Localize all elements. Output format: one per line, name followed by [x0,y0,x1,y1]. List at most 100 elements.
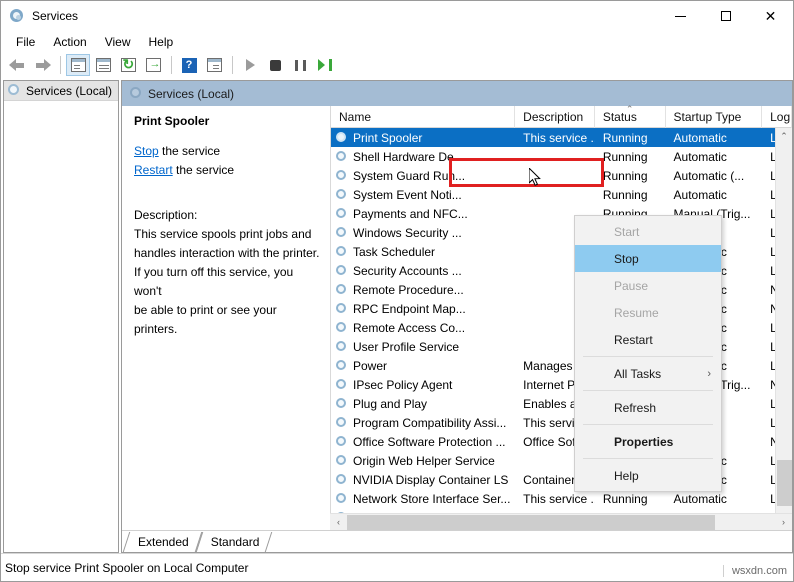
horizontal-scrollbar[interactable]: ‹ › [330,513,792,530]
service-gear-icon [335,131,349,145]
restart-service-suffix: the service [173,163,234,177]
service-name-label: Security Accounts ... [353,264,462,278]
show-action-pane-icon[interactable] [202,54,226,76]
vertical-scroll-thumb[interactable] [777,460,792,506]
properties-icon[interactable] [91,54,115,76]
table-row[interactable]: Origin Web Helper ServiceRunningAutomati… [331,451,792,470]
maximize-button[interactable] [703,1,748,31]
back-arrow-icon[interactable] [5,54,29,76]
toolbar-separator [60,56,61,74]
refresh-icon[interactable] [116,54,140,76]
services-list: Name Description ⌃ Status Startup Type L… [330,106,792,530]
table-row[interactable]: Office Software Protection ...Office Sof… [331,432,792,451]
context-menu-item-all-tasks[interactable]: All Tasks › [575,360,721,387]
table-row[interactable]: NVIDIA Display Container LSContainer s..… [331,470,792,489]
column-header-description[interactable]: Description [515,106,595,128]
context-menu-item-label: Start [614,225,639,239]
scroll-right-icon[interactable]: › [775,517,792,527]
table-row[interactable]: Remote Procedure...RunningAutomaticNetv [331,280,792,299]
context-menu-item-label: Refresh [614,401,656,415]
chevron-right-icon: › [707,368,711,380]
service-name-label: IPsec Policy Agent [353,378,452,392]
horizontal-scroll-thumb[interactable] [347,515,715,530]
table-row[interactable]: Print SpoolerThis service ...RunningAuto… [331,128,792,147]
context-menu-item-label: Resume [614,306,659,320]
service-name-label: Office Software Protection ... [353,435,506,449]
services-gear-icon [9,8,25,24]
table-row[interactable]: Task SchedulerRunningAutomaticLoca [331,242,792,261]
table-row[interactable]: Program Compatibility Assi...This servic… [331,413,792,432]
cell-name: Remote Procedure... [331,283,515,297]
menu-help[interactable]: Help [140,33,183,51]
service-context-menu: StartStopPauseResumeRestartAll Tasks›Ref… [574,215,722,492]
table-row[interactable]: Plug and PlayEnables a c...RunningManual… [331,394,792,413]
help-icon[interactable]: ? [177,54,201,76]
cell-description: This service ... [515,131,595,145]
context-menu-item-label: Stop [614,252,639,266]
close-button[interactable]: ✕ [748,1,793,31]
table-row[interactable]: Network Store Interface Ser...This servi… [331,489,792,508]
cell-status: Running [595,131,666,145]
toolbar: ? [1,52,793,78]
service-name-label: RPC Endpoint Map... [353,302,466,316]
forward-arrow-icon[interactable] [30,54,54,76]
cell-name: Power [331,359,515,373]
table-row[interactable]: System Event Noti...RunningAutomaticLoca [331,185,792,204]
table-row[interactable]: RPC Endpoint Map...RunningAutomaticNetv [331,299,792,318]
table-row[interactable]: Security Accounts ...RunningAutomaticLoc… [331,261,792,280]
service-name-label: Power [353,359,387,373]
status-bar-text: Stop service Print Spooler on Local Comp… [5,561,248,575]
tab-standard-label: Standard [211,535,260,549]
start-service-icon[interactable] [238,54,262,76]
menu-bar: File Action View Help [1,31,793,52]
menu-action[interactable]: Action [44,33,95,51]
context-menu-item-stop[interactable]: Stop [575,245,721,272]
table-row[interactable]: Remote Access Co...RunningAutomaticLoca [331,318,792,337]
service-name-label: Print Spooler [353,131,422,145]
tree-root-item[interactable]: Services (Local) [4,81,118,101]
service-gear-icon [335,397,349,411]
context-menu-item-label: All Tasks [614,367,661,381]
context-menu-item-label: Help [614,469,639,483]
export-list-icon[interactable] [141,54,165,76]
table-row[interactable]: User Profile ServiceRunningAutomaticLoca [331,337,792,356]
restart-service-link[interactable]: Restart [134,163,173,177]
restart-service-icon[interactable] [313,54,337,76]
cell-status: Running [595,150,666,164]
service-gear-icon [335,283,349,297]
context-menu-item-properties[interactable]: Properties [575,428,721,455]
tab-standard[interactable]: Standard [199,532,270,552]
console-tree-pane: Services (Local) [3,80,119,553]
stop-service-link[interactable]: Stop [134,144,159,158]
context-menu-item-help[interactable]: Help [575,462,721,489]
table-row[interactable]: IPsec Policy AgentInternet Pro...Running… [331,375,792,394]
show-hide-console-tree-icon[interactable] [66,54,90,76]
column-header-status[interactable]: ⌃ Status [595,106,666,128]
table-row[interactable]: Windows Security ...RunningManualLoca [331,223,792,242]
context-menu-item-restart[interactable]: Restart [575,326,721,353]
cell-name: Shell Hardware De... [331,150,515,164]
column-header-startup-type[interactable]: Startup Type [666,106,763,128]
column-header-name[interactable]: Name [331,106,515,128]
pause-service-icon[interactable] [288,54,312,76]
table-row[interactable]: System Guard Run...RunningAutomatic (...… [331,166,792,185]
table-row[interactable]: PowerManages pu...RunningAutomaticLoca [331,356,792,375]
context-menu-item-refresh[interactable]: Refresh [575,394,721,421]
stop-service-icon[interactable] [263,54,287,76]
context-menu-item-resume: Resume [575,299,721,326]
cell-startup: Automatic (... [666,169,763,183]
minimize-button[interactable] [658,1,703,31]
cell-startup: Automatic [666,150,763,164]
service-name-label: Origin Web Helper Service [353,454,495,468]
scroll-left-icon[interactable]: ‹ [330,517,347,527]
menu-view[interactable]: View [96,33,140,51]
window-title: Services [32,9,78,23]
tab-extended[interactable]: Extended [126,532,199,552]
service-name-label: Task Scheduler [353,245,435,259]
vertical-scrollbar[interactable]: ⌃ ⌄ [775,128,792,530]
table-row[interactable]: Payments and NFC...RunningManual (Trig..… [331,204,792,223]
scroll-up-icon[interactable]: ⌃ [776,128,792,145]
table-row[interactable]: Shell Hardware De...RunningAutomaticLoca [331,147,792,166]
column-header-logon[interactable]: Log [762,106,792,128]
menu-file[interactable]: File [7,33,44,51]
